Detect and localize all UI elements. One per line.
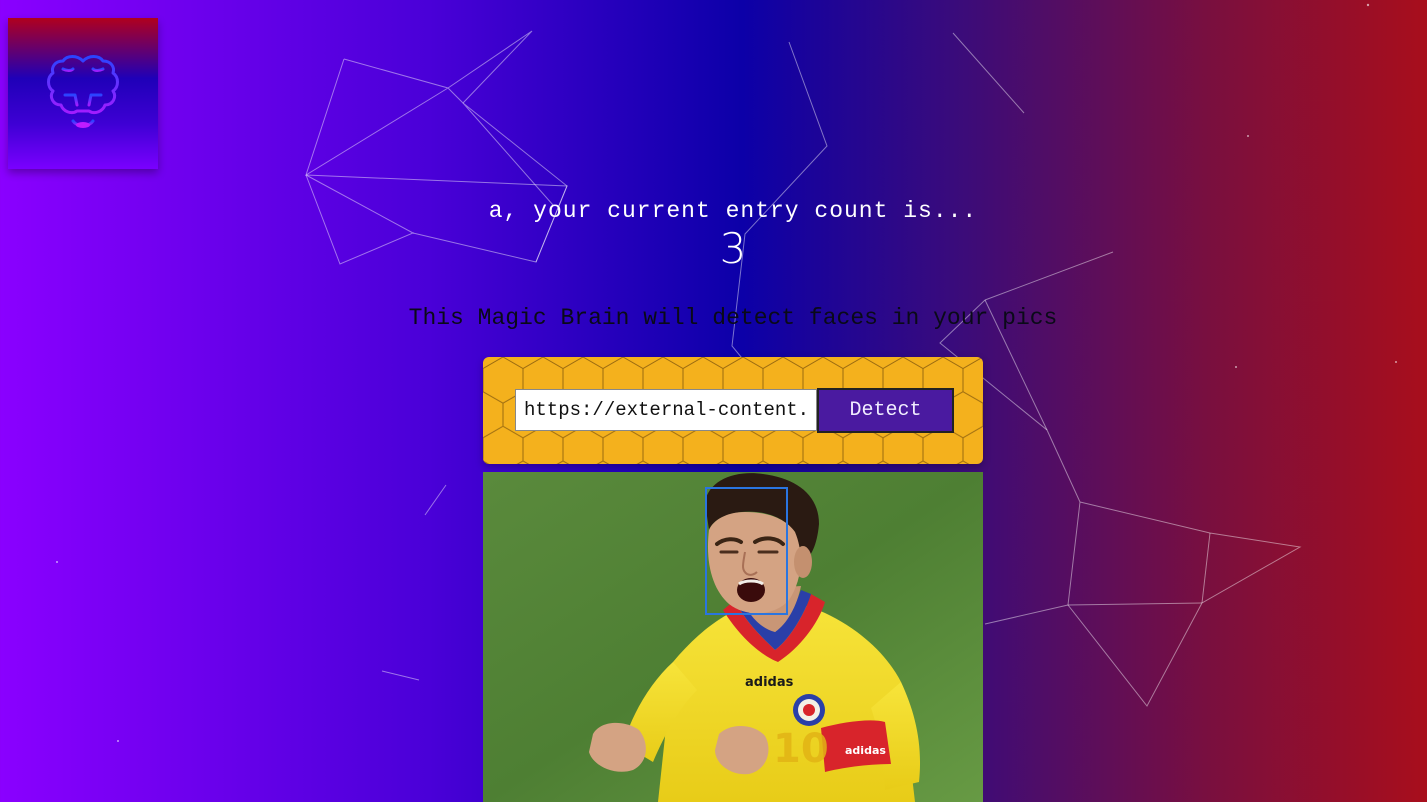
tagline: This Magic Brain will detect faces in yo… — [408, 305, 1058, 331]
face-bounding-box — [705, 487, 788, 615]
armband-brand-text: adidas — [845, 744, 886, 757]
logo-tile[interactable] — [8, 18, 158, 169]
brain-icon — [47, 54, 119, 128]
entry-count-value: 3 — [719, 224, 747, 273]
jersey-brand-text: adidas — [745, 675, 794, 690]
image-url-form: Detect — [483, 357, 983, 464]
detect-button[interactable]: Detect — [817, 388, 954, 433]
image-url-input[interactable] — [515, 389, 817, 431]
jersey-number: 10 — [773, 726, 829, 772]
entry-count-greeting: a, your current entry count is... — [488, 198, 978, 224]
detection-photo: 10 adidas adidas — [483, 472, 983, 802]
